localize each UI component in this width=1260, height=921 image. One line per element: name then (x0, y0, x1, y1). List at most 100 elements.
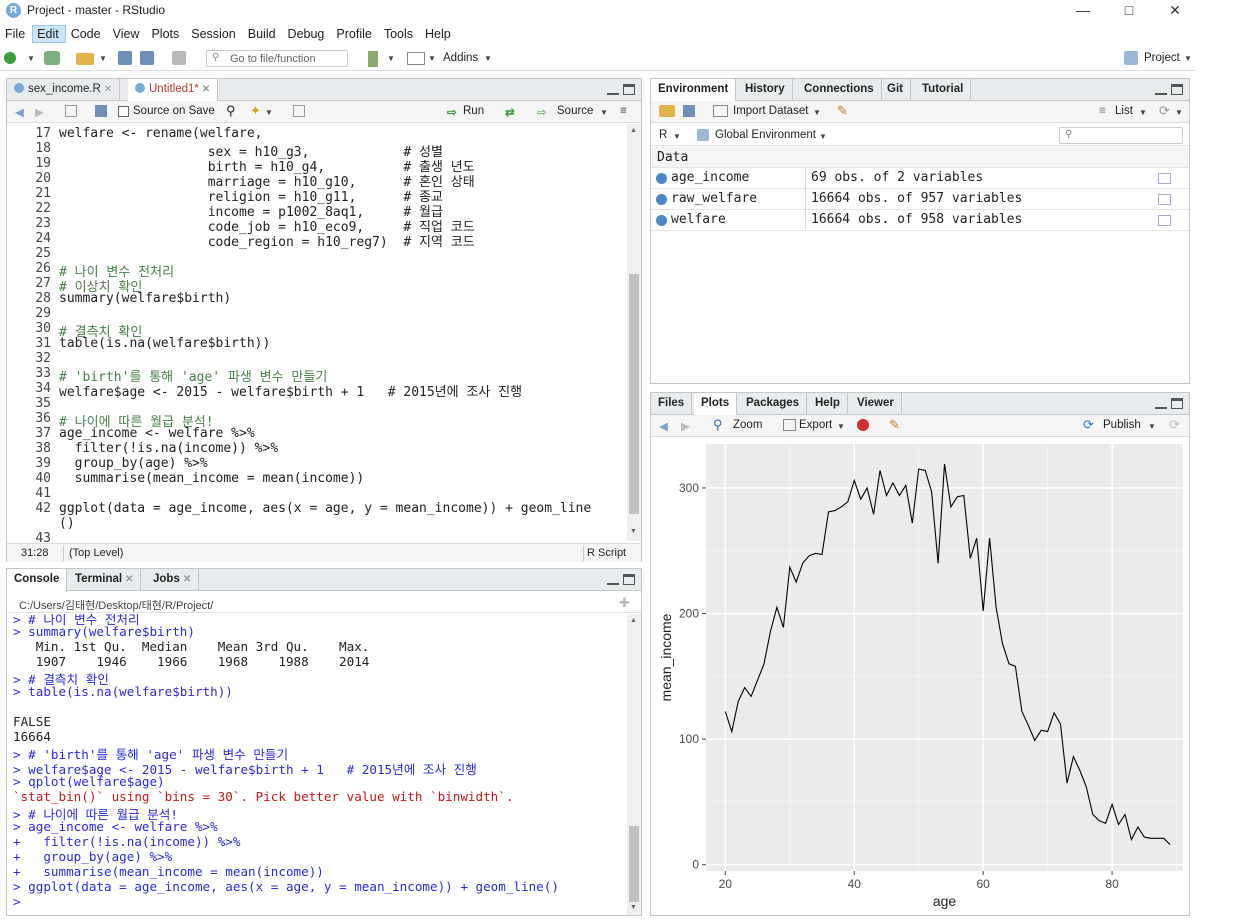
tab-connections[interactable]: Connections (797, 79, 882, 101)
menu-tools[interactable]: Tools (379, 25, 420, 43)
menu-view[interactable]: View (108, 25, 147, 43)
zoom-button[interactable]: Zoom (733, 419, 762, 431)
menu-profile[interactable]: Profile (331, 25, 378, 43)
menu-file[interactable]: File (0, 25, 32, 43)
maximize-pane-icon[interactable] (623, 84, 635, 95)
expand-icon[interactable] (656, 215, 667, 226)
magic-wand-icon[interactable]: ✦ (250, 103, 261, 119)
list-view-button[interactable]: List (1115, 105, 1133, 117)
view-table-icon[interactable] (1158, 215, 1171, 226)
maximize-button[interactable]: □ (1106, 0, 1152, 22)
menu-build[interactable]: Build (243, 25, 283, 43)
tab-help[interactable]: Help (808, 393, 848, 415)
tab-git[interactable]: Git (880, 79, 911, 101)
tab-terminal[interactable]: Terminal ✕ (68, 569, 142, 591)
find-icon[interactable]: ⚲ (226, 103, 236, 119)
tab-packages[interactable]: Packages (739, 393, 808, 415)
console-output[interactable]: > # 나이 변수 전처리 > summary(welfare$birth) Mi… (7, 614, 627, 914)
environment-select[interactable]: Global Environment (715, 129, 816, 141)
tab-plots[interactable]: Plots (694, 393, 738, 416)
env-row[interactable]: welfare 16664 obs. of 958 variables (651, 210, 1189, 231)
minimize-pane-icon[interactable] (607, 576, 619, 585)
save-all-icon[interactable] (140, 51, 154, 65)
source-button[interactable]: Source (557, 105, 593, 117)
source-on-save-checkbox[interactable] (118, 106, 129, 117)
tab-console[interactable]: Console (7, 569, 68, 592)
view-table-icon[interactable] (1158, 194, 1171, 205)
build-icon[interactable] (368, 51, 378, 67)
print-icon[interactable] (172, 51, 186, 65)
minimize-pane-icon[interactable] (607, 86, 619, 95)
import-dataset-button[interactable]: Import Dataset (733, 105, 808, 117)
save-icon[interactable] (95, 105, 107, 117)
tab-untitled1[interactable]: Untitled1* ✕ (128, 79, 219, 102)
tab-environment[interactable]: Environment (651, 79, 737, 102)
new-file-icon[interactable] (4, 52, 16, 64)
save-icon[interactable] (118, 51, 132, 65)
export-button[interactable]: Export (799, 419, 832, 431)
addins-menu[interactable]: Addins (443, 52, 478, 64)
close-icon[interactable]: ✕ (125, 574, 133, 585)
outline-icon[interactable] (293, 105, 305, 117)
tab-history[interactable]: History (738, 79, 793, 101)
minimize-button[interactable]: — (1060, 0, 1106, 22)
remove-plot-icon[interactable] (857, 419, 869, 431)
menu-code[interactable]: Code (66, 25, 108, 43)
tab-jobs[interactable]: Jobs ✕ (146, 569, 200, 591)
menu-session[interactable]: Session (186, 25, 242, 43)
maximize-pane-icon[interactable] (623, 574, 635, 585)
minimize-pane-icon[interactable] (1155, 86, 1167, 95)
publish-button[interactable]: Publish (1103, 419, 1141, 431)
refresh-icon[interactable]: ⟳ (1159, 103, 1170, 119)
environment-search-input[interactable]: ⚲ (1059, 127, 1183, 144)
env-row[interactable]: age_income 69 obs. of 2 variables (651, 168, 1189, 189)
open-file-icon[interactable] (76, 53, 94, 65)
close-button[interactable]: ✕ (1152, 0, 1198, 22)
save-workspace-icon[interactable] (683, 105, 695, 117)
forward-arrow-icon[interactable]: ▶ (35, 105, 44, 119)
run-button[interactable]: Run (463, 105, 484, 117)
tab-viewer[interactable]: Viewer (850, 393, 902, 415)
tab-files[interactable]: Files (651, 393, 693, 415)
editor-scrollbar[interactable]: ▲ ▼ (627, 124, 641, 541)
goto-file-input[interactable]: ⚲ Go to file/function (206, 50, 348, 67)
scrollbar-thumb[interactable] (629, 274, 639, 514)
menu-help[interactable]: Help (420, 25, 458, 43)
view-table-icon[interactable] (1158, 173, 1171, 184)
show-in-window-icon[interactable] (65, 105, 77, 117)
minimize-pane-icon[interactable] (1155, 400, 1167, 409)
pane-layout-icon[interactable] (407, 52, 425, 65)
file-type[interactable]: R Script (587, 547, 626, 559)
broom-icon[interactable]: ✎ (837, 103, 848, 119)
close-icon[interactable]: ✕ (202, 84, 210, 95)
scope-indicator[interactable]: (Top Level) (69, 547, 123, 559)
menu-edit[interactable]: Edit (32, 25, 66, 43)
next-plot-icon[interactable]: ▶ (681, 419, 690, 433)
new-project-icon[interactable] (44, 51, 60, 65)
clear-console-icon[interactable]: ✚ (619, 595, 630, 611)
expand-icon[interactable] (656, 194, 667, 205)
tab-sex-income[interactable]: sex_income.R ✕ (7, 79, 121, 101)
menu-lines-icon[interactable]: ≡ (620, 105, 627, 117)
refresh-icon[interactable]: ⟳ (1169, 417, 1180, 433)
env-row[interactable]: raw_welfare 16664 obs. of 957 variables (651, 189, 1189, 210)
rerun-icon[interactable]: ⇄ (505, 105, 515, 119)
working-directory[interactable]: C:/Users/김태현/Desktop/태현/R/Project/ (19, 597, 213, 613)
load-workspace-icon[interactable] (659, 105, 675, 117)
maximize-pane-icon[interactable] (1171, 398, 1183, 409)
project-menu[interactable]: Project (1144, 52, 1180, 64)
expand-icon[interactable] (656, 173, 667, 184)
maximize-pane-icon[interactable] (1171, 84, 1183, 95)
close-icon[interactable]: ✕ (104, 84, 112, 95)
menu-debug[interactable]: Debug (283, 25, 332, 43)
back-arrow-icon[interactable]: ◀ (15, 105, 24, 119)
menu-plots[interactable]: Plots (146, 25, 186, 43)
close-icon[interactable]: ✕ (183, 574, 191, 585)
scrollbar-thumb[interactable] (629, 826, 639, 902)
language-select[interactable]: R (659, 129, 667, 141)
previous-plot-icon[interactable]: ◀ (659, 419, 668, 433)
code-editor[interactable]: 17 welfare <- rename(welfare, 18 sex = h10… (7, 124, 627, 611)
broom-icon[interactable]: ✎ (889, 417, 900, 433)
console-scrollbar[interactable]: ▲ ▼ (627, 614, 641, 915)
tab-tutorial[interactable]: Tutorial (915, 79, 972, 101)
